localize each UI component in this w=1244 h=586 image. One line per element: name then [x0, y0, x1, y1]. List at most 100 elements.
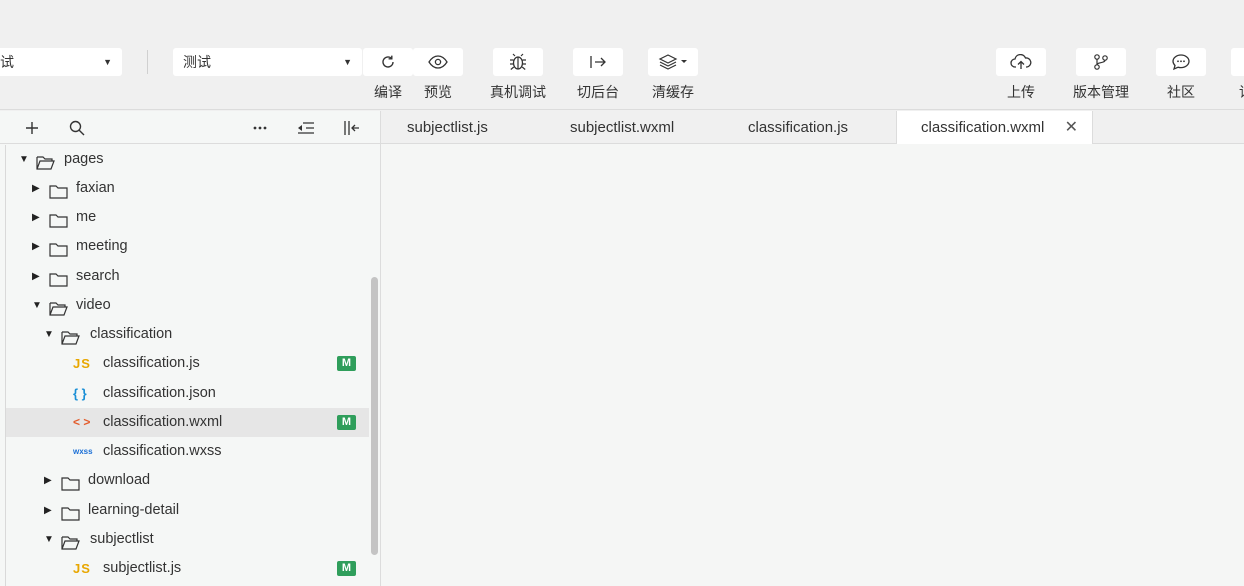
- mode-select[interactable]: 试 ▼: [0, 48, 122, 76]
- details-button[interactable]: [1231, 48, 1244, 76]
- tab-label: classification.js: [748, 119, 849, 136]
- upload-button[interactable]: [996, 48, 1046, 76]
- tree-item-classification-json[interactable]: { } classification.json: [6, 379, 369, 408]
- tree-item-faxian[interactable]: ▶ faxian: [6, 174, 369, 203]
- compile-label: 编译: [374, 84, 402, 100]
- tree-item-label: video: [76, 297, 111, 313]
- compile-button[interactable]: [363, 48, 413, 76]
- tree-item-search[interactable]: ▶ search: [6, 262, 369, 291]
- switch-background-button[interactable]: [573, 48, 623, 76]
- chevron-down-icon[interactable]: ▼: [19, 145, 31, 174]
- file-explorer: ▼ pages ▶ faxian ▶ me ▶ meeting ▶ search ▼ video ▼ cl…: [0, 111, 381, 586]
- tab-classification-wxml[interactable]: classification.wxml ✕: [896, 111, 1093, 145]
- tree-item-subjectlist-js[interactable]: JS subjectlist.js M: [6, 554, 369, 583]
- compile-mode-select[interactable]: 测试 ▼: [173, 48, 362, 76]
- tree-item-label: me: [76, 209, 97, 225]
- tab-label: subjectlist.js: [407, 119, 488, 136]
- tree-item-label: classification.wxss: [103, 443, 222, 459]
- chevron-down-icon: ▼: [103, 57, 112, 67]
- more-icon[interactable]: [251, 119, 269, 137]
- chevron-down-icon: ▼: [343, 57, 352, 67]
- tab-subjectlist-wxml[interactable]: subjectlist.wxml: [570, 111, 674, 144]
- tree-item-classification[interactable]: ▼ classification: [6, 320, 369, 349]
- tab-label: subjectlist.wxml: [570, 119, 675, 136]
- version-control-label: 版本管理: [1073, 84, 1129, 100]
- js-file-icon: JS: [73, 356, 91, 371]
- plus-icon[interactable]: [23, 119, 41, 137]
- tree-item-label: classification.wxml: [103, 414, 223, 430]
- toolbar-divider: [147, 50, 148, 74]
- modified-badge: M: [337, 415, 356, 430]
- mode-select-value: 试: [0, 54, 14, 70]
- tree-item-subjectlist[interactable]: ▼ subjectlist: [6, 525, 369, 554]
- js-file-icon: JS: [73, 561, 91, 576]
- switch-background-icon: [590, 56, 606, 68]
- tree-item-label: pages: [64, 151, 104, 167]
- chevron-right-icon[interactable]: ▶: [32, 174, 44, 203]
- remote-debug-button[interactable]: [493, 48, 543, 76]
- sidebar-scrollbar[interactable]: [371, 277, 378, 555]
- tab-label: classification.wxml: [921, 119, 1045, 136]
- version-control-button[interactable]: [1076, 48, 1126, 76]
- tree-item-classification-wxss[interactable]: wxss classification.wxss: [6, 437, 369, 466]
- cloud-upload-icon: [1010, 54, 1032, 69]
- clear-cache-button[interactable]: [648, 48, 698, 76]
- chevron-right-icon[interactable]: ▶: [32, 232, 44, 261]
- tree-item-classification-wxml[interactable]: < > classification.wxml M: [6, 408, 369, 437]
- eye-icon: [428, 55, 448, 69]
- modified-badge: M: [337, 561, 356, 576]
- editor-tabs: subjectlist.js subjectlist.wxml classifi…: [381, 111, 1244, 145]
- chevron-down-icon[interactable]: ▼: [32, 291, 44, 320]
- hide-sidebar-icon[interactable]: [343, 119, 361, 137]
- close-icon[interactable]: ✕: [1065, 111, 1078, 144]
- tree-item-label: learning-detail: [88, 502, 180, 518]
- community-button[interactable]: [1156, 48, 1206, 76]
- bug-icon: [510, 53, 526, 70]
- tree-item-label: classification.json: [103, 385, 216, 401]
- tree-item-download[interactable]: ▶ download: [6, 466, 369, 495]
- tree-item-me[interactable]: ▶ me: [6, 203, 369, 232]
- tree-item-meeting[interactable]: ▶ meeting: [6, 232, 369, 261]
- tab-classification-js[interactable]: classification.js: [748, 111, 848, 144]
- chevron-down-icon[interactable]: ▼: [44, 320, 56, 349]
- tree-item-label: faxian: [76, 180, 115, 196]
- compile-mode-value: 测试: [183, 54, 211, 70]
- tree-item-label: search: [76, 268, 120, 284]
- chevron-right-icon[interactable]: ▶: [44, 496, 56, 525]
- preview-label: 预览: [424, 84, 452, 100]
- tab-subjectlist-js[interactable]: subjectlist.js: [407, 111, 488, 144]
- collapse-all-icon[interactable]: [297, 119, 315, 137]
- tree-item-classification-js[interactable]: JS classification.js M: [6, 349, 369, 378]
- chat-bubble-icon: [1172, 54, 1190, 71]
- community-label: 社区: [1167, 84, 1195, 100]
- tree-item-pages[interactable]: ▼ pages: [6, 145, 369, 174]
- search-icon[interactable]: [68, 119, 86, 137]
- wxss-file-icon: wxss: [73, 447, 93, 456]
- explorer-header: [0, 111, 380, 144]
- modified-badge: M: [337, 356, 356, 371]
- layers-icon: [658, 54, 687, 70]
- tree-item-label: meeting: [76, 238, 128, 254]
- chevron-right-icon[interactable]: ▶: [32, 262, 44, 291]
- preview-button[interactable]: [413, 48, 463, 76]
- clear-cache-label: 清缓存: [652, 84, 694, 100]
- details-label: 详: [1239, 82, 1244, 102]
- chevron-right-icon[interactable]: ▶: [44, 466, 56, 495]
- remote-debug-label: 真机调试: [490, 84, 546, 100]
- chevron-right-icon[interactable]: ▶: [32, 203, 44, 232]
- tree-item-label: download: [88, 472, 151, 488]
- tree-item-learning-detail[interactable]: ▶ learning-detail: [6, 496, 369, 525]
- tree-item-label: subjectlist.js: [103, 560, 182, 576]
- json-file-icon: { }: [73, 386, 87, 401]
- tree-item-label: subjectlist: [90, 531, 154, 547]
- switch-background-label: 切后台: [577, 84, 619, 100]
- wxml-file-icon: < >: [73, 415, 91, 429]
- tree-item-video[interactable]: ▼ video: [6, 291, 369, 320]
- chevron-down-icon[interactable]: ▼: [44, 525, 56, 554]
- editor-area[interactable]: [381, 144, 1244, 586]
- refresh-icon: [382, 55, 394, 68]
- tree-item-label: classification: [90, 326, 173, 342]
- git-branch-icon: [1094, 54, 1108, 70]
- upload-label: 上传: [1007, 84, 1035, 100]
- tree-item-label: classification.js: [103, 355, 200, 371]
